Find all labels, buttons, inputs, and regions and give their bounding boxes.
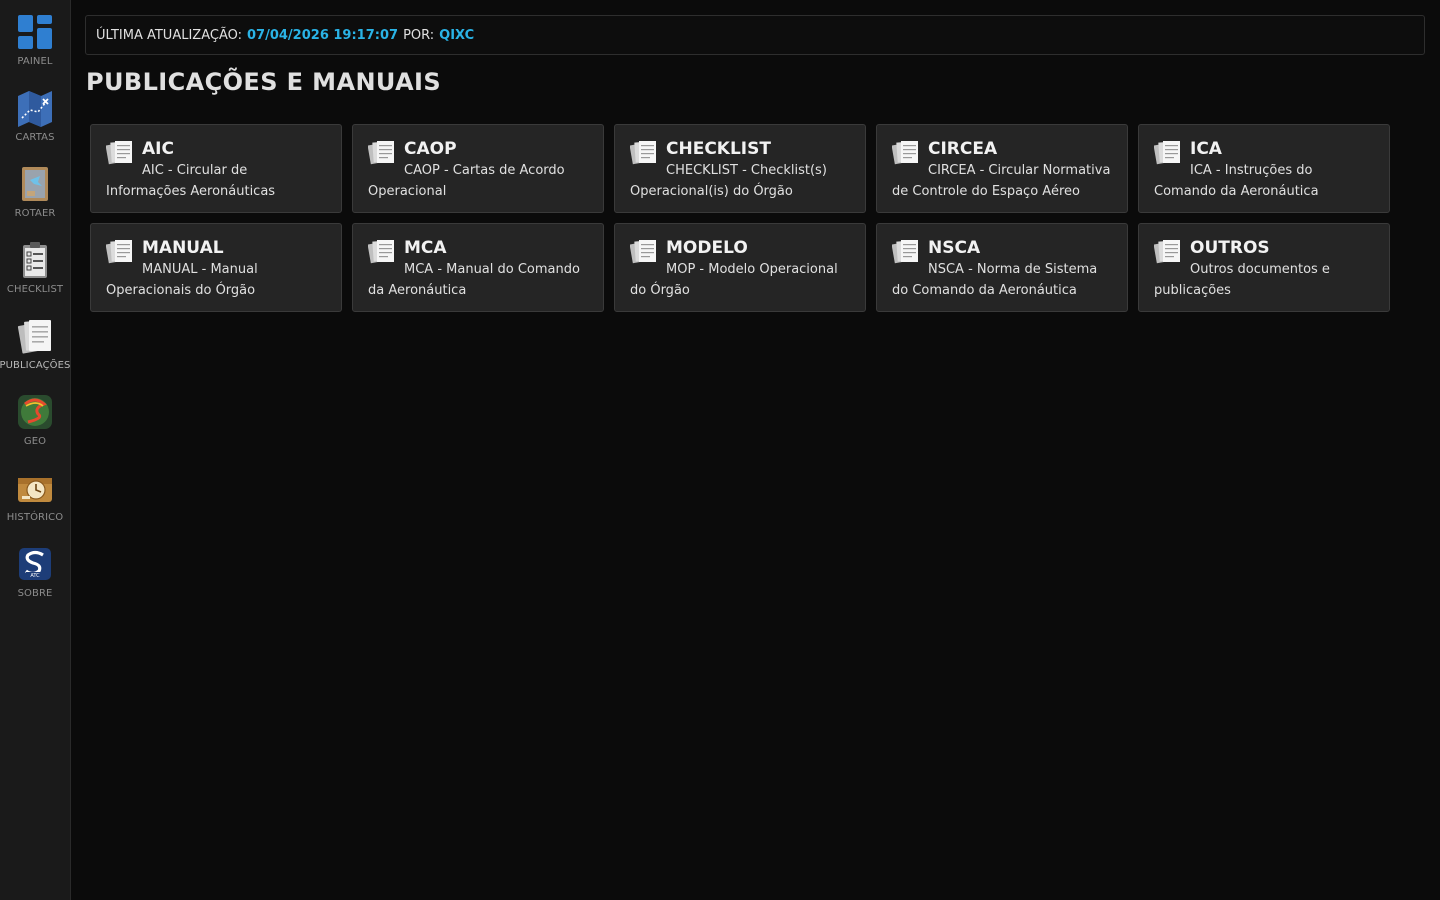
sidebar-item-publicacoes[interactable]: PUBLICAÇÕES — [0, 316, 70, 386]
sidebar-item-rotaer[interactable]: ROTAER — [0, 164, 70, 234]
card-nsca[interactable]: NSCA NSCA - Norma de Sistema do Comando … — [876, 223, 1128, 312]
sidebar-item-label: ROTAER — [14, 208, 56, 219]
document-icon — [106, 240, 132, 264]
card-description: MCA - Manual do Comando da Aeronáutica — [368, 262, 580, 298]
document-icon — [892, 141, 918, 165]
sidebar-item-cartas[interactable]: CARTAS — [0, 88, 70, 158]
document-icon — [892, 240, 918, 264]
sidebar-item-label: CARTAS — [15, 132, 55, 143]
dashboard-icon — [18, 15, 52, 49]
sidebar-item-label: SOBRE — [17, 588, 53, 599]
card-description: CHECKLIST - Checklist(s) Operacional(is)… — [630, 163, 827, 199]
sidebar-item-label: PAINEL — [17, 56, 53, 67]
updated-by-label: POR: — [403, 27, 435, 43]
card-title: MODELO — [666, 238, 748, 258]
card-ica[interactable]: ICA ICA - Instruções do Comando da Aeron… — [1138, 124, 1390, 213]
document-icon — [1154, 240, 1180, 264]
card-title: MANUAL — [142, 238, 224, 258]
sidebar: PAINEL CARTAS ROTAER CHECKLIST PUBLICAÇÕ… — [0, 0, 71, 900]
svg-text:ATC: ATC — [30, 573, 40, 579]
sidebar-item-historico[interactable]: HISTÓRICO — [0, 468, 70, 538]
card-title: ICA — [1190, 139, 1222, 159]
document-icon — [368, 240, 394, 264]
card-aic[interactable]: AIC AIC - Circular de Informações Aeroná… — [90, 124, 342, 213]
publications-icon — [17, 320, 51, 354]
card-caop[interactable]: CAOP CAOP - Cartas de Acordo Operacional — [352, 124, 604, 213]
card-description: NSCA - Norma de Sistema do Comando da Ae… — [892, 262, 1098, 298]
sidebar-item-label: HISTÓRICO — [6, 512, 64, 523]
rotaer-icon — [22, 167, 48, 201]
card-checklist[interactable]: CHECKLIST CHECKLIST - Checklist(s) Opera… — [614, 124, 866, 213]
card-description: CIRCEA - Circular Normativa de Controle … — [892, 163, 1111, 199]
card-description: AIC - Circular de Informações Aeronáutic… — [106, 163, 276, 199]
card-title: AIC — [142, 139, 174, 159]
sidebar-item-label: GEO — [23, 436, 47, 447]
card-description: Outros documentos e publicações — [1154, 262, 1330, 298]
checklist-icon — [23, 242, 47, 278]
sidebar-item-painel[interactable]: PAINEL — [0, 12, 70, 82]
document-icon — [1154, 141, 1180, 165]
last-update-value: 07/04/2026 19:17:07 — [247, 27, 399, 43]
card-circea[interactable]: CIRCEA CIRCEA - Circular Normativa de Co… — [876, 124, 1128, 213]
card-description: ICA - Instruções do Comando da Aeronáuti… — [1154, 163, 1319, 199]
map-icon — [18, 91, 52, 127]
card-title: NSCA — [928, 238, 981, 258]
updated-by-value: QIXC — [439, 27, 475, 43]
card-manual[interactable]: MANUAL MANUAL - Manual Operacionais do Ó… — [90, 223, 342, 312]
card-modelo[interactable]: MODELO MOP - Modelo Operacional do Órgão — [614, 223, 866, 312]
sidebar-item-geo[interactable]: GEO — [0, 392, 70, 462]
last-update-bar: ÚLTIMA ATUALIZAÇÃO: 07/04/2026 19:17:07 … — [85, 15, 1425, 55]
sidebar-item-label: CHECKLIST — [6, 284, 64, 295]
document-icon — [630, 141, 656, 165]
card-title: MCA — [404, 238, 447, 258]
document-icon — [630, 240, 656, 264]
last-update-label: ÚLTIMA ATUALIZAÇÃO: — [96, 27, 242, 43]
page-title: PUBLICAÇÕES E MANUAIS — [86, 68, 442, 96]
document-icon — [106, 141, 132, 165]
card-mca[interactable]: MCA MCA - Manual do Comando da Aeronáuti… — [352, 223, 604, 312]
card-title: CIRCEA — [928, 139, 998, 159]
about-icon: ATC — [19, 548, 51, 580]
card-description: MANUAL - Manual Operacionais do Órgão — [106, 262, 258, 298]
card-outros[interactable]: OUTROS Outros documentos e publicações — [1138, 223, 1390, 312]
sidebar-item-checklist[interactable]: CHECKLIST — [0, 240, 70, 310]
sidebar-item-sobre[interactable]: ATC SOBRE — [0, 544, 70, 614]
document-icon — [368, 141, 394, 165]
card-title: CAOP — [404, 139, 457, 159]
card-title: OUTROS — [1190, 238, 1270, 258]
sidebar-item-label: PUBLICAÇÕES — [0, 360, 71, 371]
card-title: CHECKLIST — [666, 139, 771, 159]
history-icon — [18, 478, 52, 502]
card-description: MOP - Modelo Operacional do Órgão — [630, 262, 838, 298]
card-description: CAOP - Cartas de Acordo Operacional — [368, 163, 565, 199]
geo-icon — [18, 395, 52, 429]
